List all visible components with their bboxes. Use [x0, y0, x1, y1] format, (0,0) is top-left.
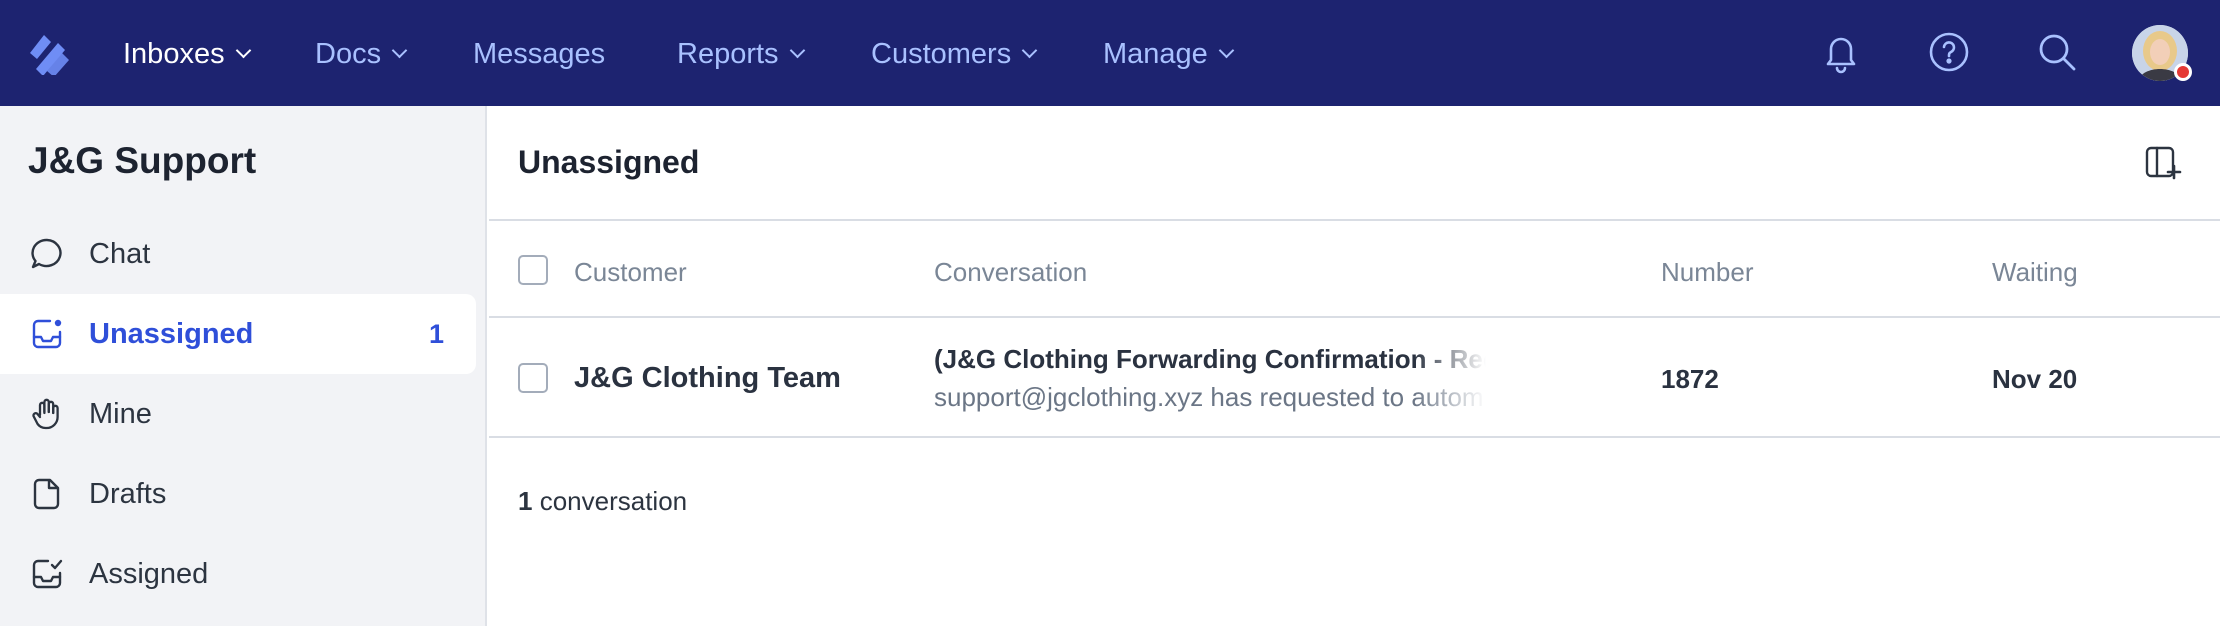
chevron-down-icon — [1021, 42, 1038, 59]
conversation-count-number: 1 — [518, 486, 533, 516]
nav-messages[interactable]: Messages — [473, 34, 605, 74]
customer-name: J&G Clothing Team — [574, 362, 841, 394]
nav-customers[interactable]: Customers — [871, 34, 1038, 74]
layout-toggle-icon[interactable] — [2144, 144, 2182, 182]
main-panel: Unassigned Customer Conversation Number … — [489, 106, 2220, 626]
inbox-unassigned-icon — [32, 319, 62, 349]
search-icon[interactable] — [2035, 30, 2079, 74]
chat-bubble-icon — [31, 238, 62, 269]
help-icon[interactable] — [1927, 30, 1971, 74]
user-avatar[interactable] — [2132, 25, 2192, 81]
sidebar-item-label: Drafts — [89, 477, 167, 510]
chevron-down-icon — [235, 42, 251, 59]
draft-document-icon — [33, 478, 60, 510]
sidebar-item-label: Mine — [89, 397, 152, 430]
chevron-down-icon — [1218, 42, 1235, 59]
column-header-number[interactable]: Number — [1661, 257, 1753, 288]
nav-inboxes-label: Inboxes — [123, 37, 225, 70]
sidebar-item-unassigned[interactable]: Unassigned 1 — [0, 294, 476, 374]
sidebar-item-label: Assigned — [89, 557, 209, 590]
row-select-checkbox[interactable] — [518, 363, 548, 393]
sidebar-item-mine[interactable]: Mine — [0, 374, 476, 454]
nav-reports-label: Reports — [677, 37, 779, 70]
column-header-waiting[interactable]: Waiting — [1992, 257, 2078, 288]
nav-customers-label: Customers — [871, 37, 1012, 70]
nav-manage[interactable]: Manage — [1103, 34, 1235, 74]
conversation-number: 1872 — [1661, 364, 1719, 394]
sidebar-item-chat[interactable]: Chat — [0, 214, 476, 294]
top-navigation: Inboxes Docs Messages Reports Customers … — [0, 0, 2220, 106]
table-row[interactable]: J&G Clothing Team (J&G Clothing Forwardi… — [489, 318, 2220, 438]
conversation-count: 1 conversation — [518, 486, 687, 517]
sidebar-item-drafts[interactable]: Drafts — [0, 454, 476, 534]
status-badge — [2174, 63, 2192, 81]
table-header: Customer Conversation Number Waiting — [489, 223, 2220, 318]
helpscout-logo-icon[interactable] — [28, 31, 70, 75]
inbox-check-icon — [32, 559, 63, 589]
raised-hand-icon — [32, 398, 59, 430]
column-header-customer[interactable]: Customer — [574, 257, 687, 288]
column-header-conversation[interactable]: Conversation — [934, 257, 1087, 288]
sidebar-item-label: Chat — [89, 237, 151, 270]
nav-messages-label: Messages — [473, 37, 606, 70]
sidebar-item-assigned[interactable]: Assigned — [0, 534, 476, 614]
nav-manage-label: Manage — [1103, 37, 1208, 70]
nav-inboxes[interactable]: Inboxes — [123, 34, 251, 74]
nav-docs-label: Docs — [315, 37, 382, 70]
main-header: Unassigned — [489, 106, 2220, 221]
select-all-checkbox[interactable] — [518, 255, 548, 285]
text-fade-overlay — [1414, 338, 1504, 418]
sidebar: J&G Support Chat Unassigned 1 Mine Draft… — [0, 106, 487, 626]
chevron-down-icon — [391, 42, 408, 59]
nav-reports[interactable]: Reports — [677, 34, 805, 74]
chevron-down-icon — [789, 42, 805, 59]
page-title: Unassigned — [518, 144, 700, 180]
mailbox-title: J&G Support — [28, 140, 257, 181]
sidebar-item-label: Unassigned — [89, 317, 254, 350]
conversation-count-label: conversation — [532, 486, 688, 516]
nav-docs[interactable]: Docs — [315, 34, 408, 74]
bell-icon[interactable] — [1819, 30, 1863, 74]
waiting-since: Nov 20 — [1992, 364, 2078, 394]
unassigned-count-badge: 1 — [428, 318, 444, 349]
